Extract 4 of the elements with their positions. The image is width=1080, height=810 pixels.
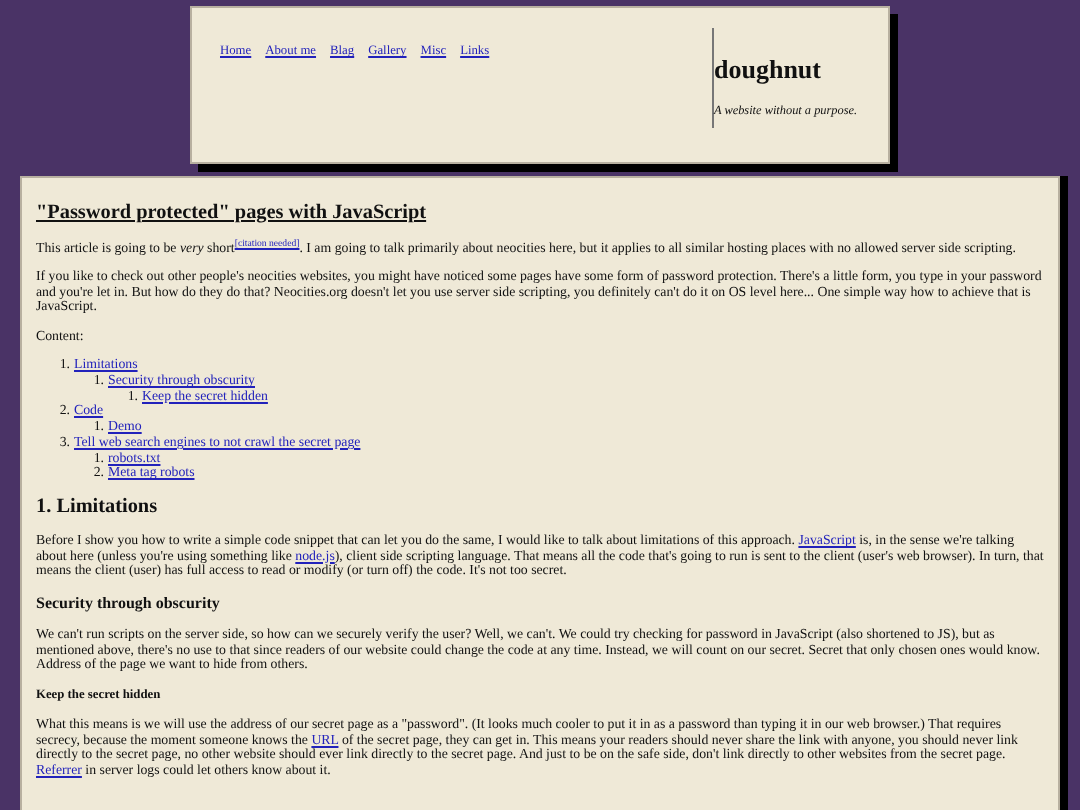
- site-title: doughnut: [714, 54, 823, 86]
- subsection-heading: Security through obscurity: [36, 595, 222, 613]
- section-heading: 1. Limitations: [36, 496, 160, 519]
- article-title: "Password protected" pages with JavaScript: [36, 202, 429, 225]
